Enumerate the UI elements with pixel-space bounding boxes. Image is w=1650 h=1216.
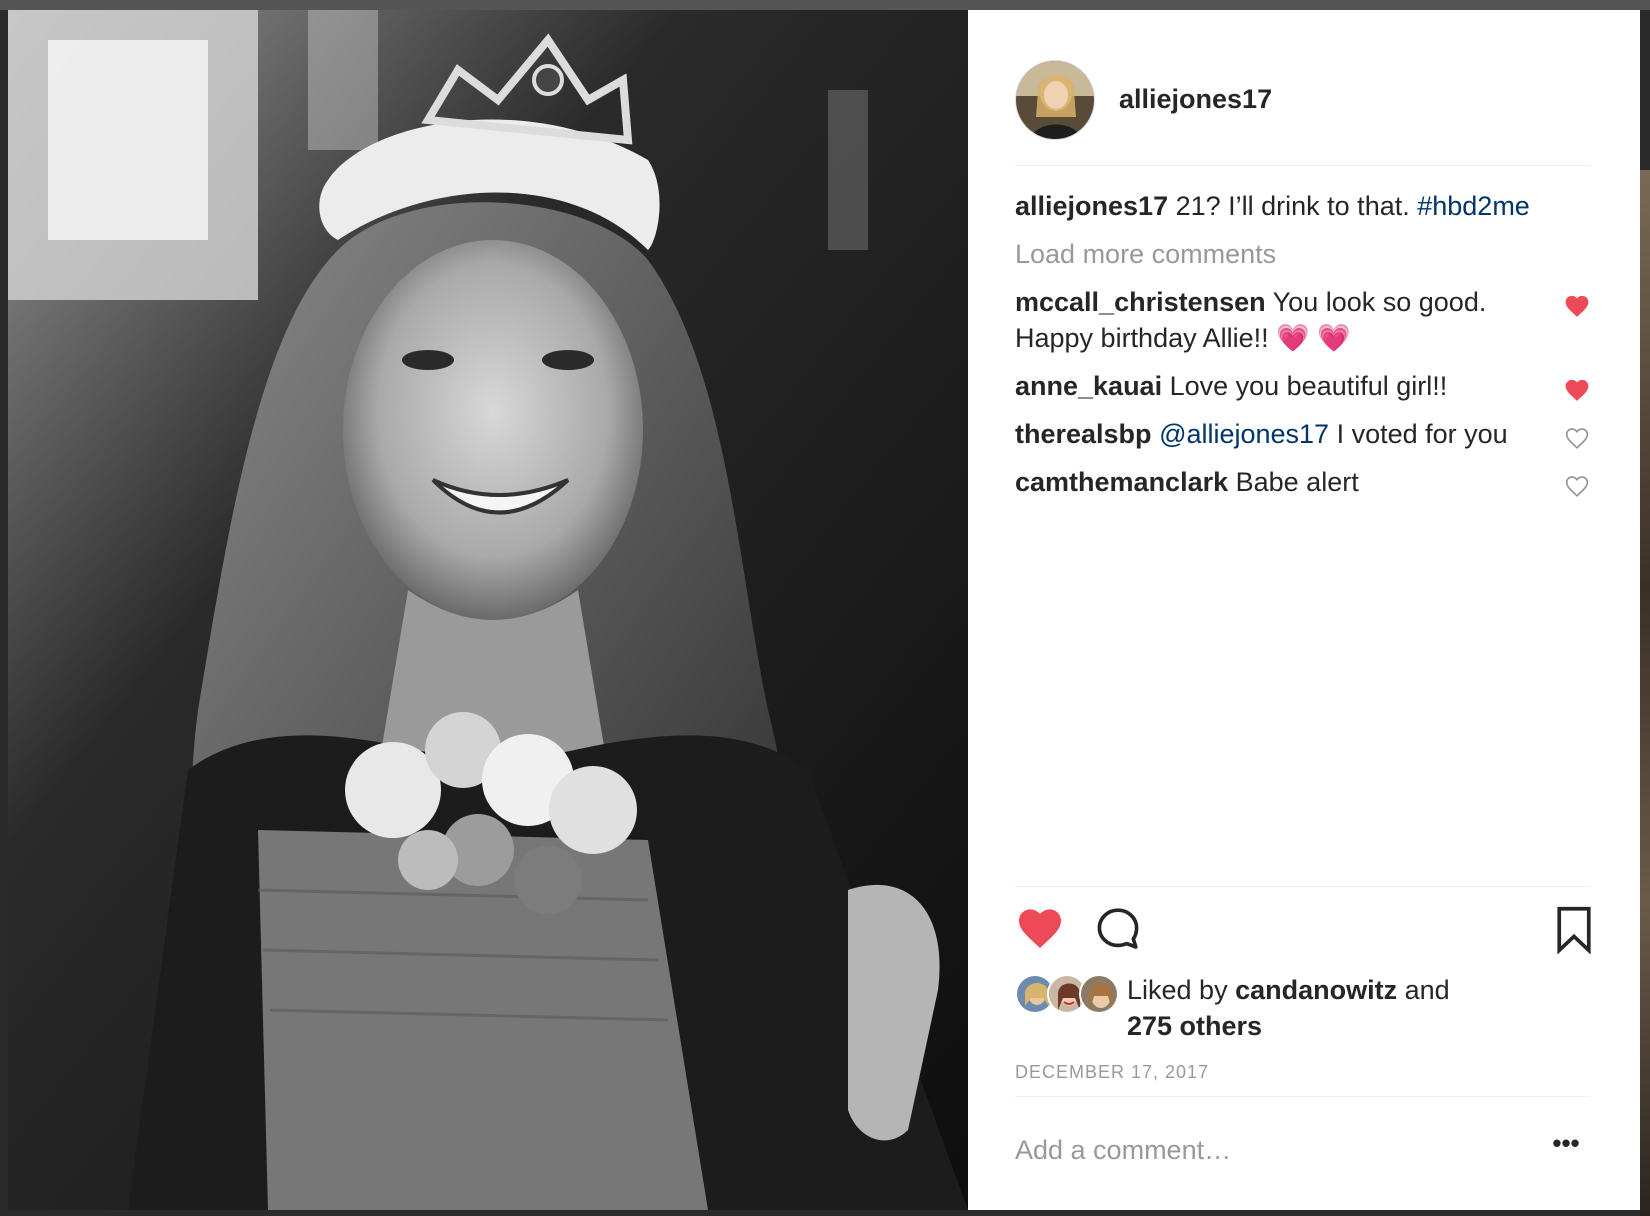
comment-item: therealsbp @alliejones17 I voted for you [1015,416,1590,452]
comment-username[interactable]: mccall_christensen [1015,287,1266,317]
author-avatar-image [1016,60,1094,139]
comment-username[interactable]: anne_kauai [1015,371,1162,401]
action-bar [1015,906,1593,966]
post-date[interactable]: DECEMBER 17, 2017 [1015,1062,1209,1083]
comment-heart-filled-icon[interactable] [1564,378,1590,402]
likes-summary: Liked by candanowitz and 275 others [1015,972,1590,1052]
comment-text: Babe alert [1228,467,1359,497]
caption-username[interactable]: alliejones17 [1015,191,1168,221]
divider [1015,1096,1590,1097]
post-caption: alliejones17 21? I’ll drink to that. #hb… [1015,188,1590,224]
caption-text: 21? I’ll drink to that. [1168,191,1418,221]
background-peek [1640,170,1650,1216]
comment-mention[interactable]: @alliejones17 [1159,419,1329,449]
author-username[interactable]: alliejones17 [1119,84,1272,115]
divider [1015,886,1590,887]
likes-user-link[interactable]: candanowitz [1235,975,1397,1005]
comment-item: camthemanclark Babe alert [1015,464,1590,500]
comment-emoji: 💗 💗 [1276,323,1351,353]
likes-prefix: Liked by [1127,975,1236,1005]
save-bookmark-icon[interactable] [1555,906,1593,954]
comment-speech-bubble-icon[interactable] [1095,906,1141,952]
author-avatar[interactable] [1015,59,1095,140]
caption-hashtag[interactable]: #hbd2me [1417,191,1530,221]
comment-text: Love you beautiful girl!! [1162,371,1448,401]
post-details-panel: alliejones17 alliejones17 21? I’ll drink… [968,10,1640,1210]
liker-avatar[interactable] [1079,974,1119,1014]
comment-heart-outline-icon[interactable] [1564,474,1590,498]
like-heart-filled-icon[interactable] [1015,906,1065,950]
comment-heart-outline-icon[interactable] [1564,426,1590,450]
comment-heart-filled-icon[interactable] [1564,294,1590,318]
comment-username[interactable]: therealsbp [1015,419,1152,449]
post-photo[interactable] [8,10,968,1210]
photo-image [8,10,968,1210]
likes-text: Liked by candanowitz and 275 others [1127,972,1450,1044]
more-options-ellipsis-icon[interactable]: ••• [1546,1130,1586,1162]
comment-text: I voted for you [1329,419,1508,449]
top-strip [0,0,1650,10]
comment-item: anne_kauai Love you beautiful girl!! [1015,368,1590,404]
likes-suffix: and [1397,975,1450,1005]
load-more-comments-button[interactable]: Load more comments [1015,236,1590,272]
post-modal: alliejones17 alliejones17 21? I’ll drink… [8,10,1640,1210]
comment-username[interactable]: camthemanclark [1015,467,1228,497]
post-header: alliejones17 [1015,46,1590,166]
add-comment-input[interactable] [1015,1128,1515,1172]
liker-avatars [1015,974,1125,1016]
comment-item: mccall_christensen You look so good. Hap… [1015,284,1590,356]
likes-others-link[interactable]: 275 others [1127,1011,1262,1041]
comments-list: alliejones17 21? I’ll drink to that. #hb… [1015,188,1590,500]
